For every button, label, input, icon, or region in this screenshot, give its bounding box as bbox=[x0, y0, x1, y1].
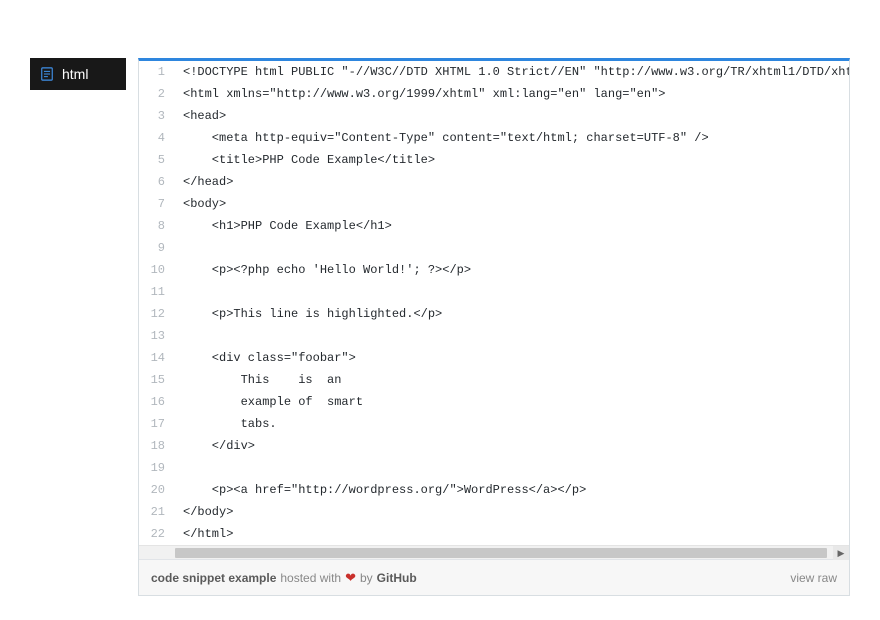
line-number: 18 bbox=[139, 435, 165, 457]
code-line bbox=[175, 237, 849, 259]
hosted-text: hosted with bbox=[280, 571, 341, 585]
line-number: 7 bbox=[139, 193, 165, 215]
code-line: tabs. bbox=[175, 413, 849, 435]
code-line: <head> bbox=[175, 105, 849, 127]
code-panel: 12345678910111213141516171819202122 <!DO… bbox=[138, 58, 850, 596]
line-number: 8 bbox=[139, 215, 165, 237]
code-line: <p><a href="http://wordpress.org/">WordP… bbox=[175, 479, 849, 501]
line-number: 3 bbox=[139, 105, 165, 127]
code-line: </head> bbox=[175, 171, 849, 193]
scroll-right-button[interactable]: ▶ bbox=[833, 546, 849, 560]
line-number: 4 bbox=[139, 127, 165, 149]
line-number: 1 bbox=[139, 61, 165, 83]
heart-icon: ❤ bbox=[345, 570, 356, 586]
code-line: <body> bbox=[175, 193, 849, 215]
code-line bbox=[175, 281, 849, 303]
code-line: <p><?php echo 'Hello World!'; ?></p> bbox=[175, 259, 849, 281]
line-number: 22 bbox=[139, 523, 165, 545]
line-number: 21 bbox=[139, 501, 165, 523]
line-number: 5 bbox=[139, 149, 165, 171]
line-number: 19 bbox=[139, 457, 165, 479]
tab-label: html bbox=[62, 66, 88, 82]
line-number: 14 bbox=[139, 347, 165, 369]
line-number-gutter: 12345678910111213141516171819202122 bbox=[139, 61, 175, 545]
view-raw-link[interactable]: view raw bbox=[790, 571, 837, 585]
file-icon bbox=[40, 67, 54, 81]
line-number: 15 bbox=[139, 369, 165, 391]
line-number: 17 bbox=[139, 413, 165, 435]
by-text: by bbox=[360, 571, 373, 585]
code-content[interactable]: <!DOCTYPE html PUBLIC "-//W3C//DTD XHTML… bbox=[175, 61, 849, 545]
tab-html[interactable]: html bbox=[30, 58, 126, 90]
code-line: <h1>PHP Code Example</h1> bbox=[175, 215, 849, 237]
code-line: This is an bbox=[175, 369, 849, 391]
code-line bbox=[175, 325, 849, 347]
line-number: 16 bbox=[139, 391, 165, 413]
code-line: example of smart bbox=[175, 391, 849, 413]
chevron-right-icon: ▶ bbox=[838, 548, 845, 559]
line-number: 13 bbox=[139, 325, 165, 347]
line-number: 10 bbox=[139, 259, 165, 281]
line-number: 12 bbox=[139, 303, 165, 325]
code-line: <!DOCTYPE html PUBLIC "-//W3C//DTD XHTML… bbox=[175, 61, 849, 83]
gist-footer: code snippet example hosted with ❤ by Gi… bbox=[139, 559, 849, 595]
horizontal-scrollbar[interactable]: ▶ bbox=[139, 545, 849, 559]
line-number: 6 bbox=[139, 171, 165, 193]
code-line: <div class="foobar"> bbox=[175, 347, 849, 369]
scrollbar-thumb[interactable] bbox=[175, 548, 827, 558]
line-number: 9 bbox=[139, 237, 165, 259]
code-line: <p>This line is highlighted.</p> bbox=[175, 303, 849, 325]
code-line: </body> bbox=[175, 501, 849, 523]
line-number: 20 bbox=[139, 479, 165, 501]
code-line: <title>PHP Code Example</title> bbox=[175, 149, 849, 171]
github-link[interactable]: GitHub bbox=[377, 571, 417, 585]
code-line bbox=[175, 457, 849, 479]
line-number: 11 bbox=[139, 281, 165, 303]
code-line: <meta http-equiv="Content-Type" content=… bbox=[175, 127, 849, 149]
snippet-title[interactable]: code snippet example bbox=[151, 571, 276, 585]
code-line: </div> bbox=[175, 435, 849, 457]
code-line: </html> bbox=[175, 523, 849, 545]
code-line: <html xmlns="http://www.w3.org/1999/xhtm… bbox=[175, 83, 849, 105]
line-number: 2 bbox=[139, 83, 165, 105]
